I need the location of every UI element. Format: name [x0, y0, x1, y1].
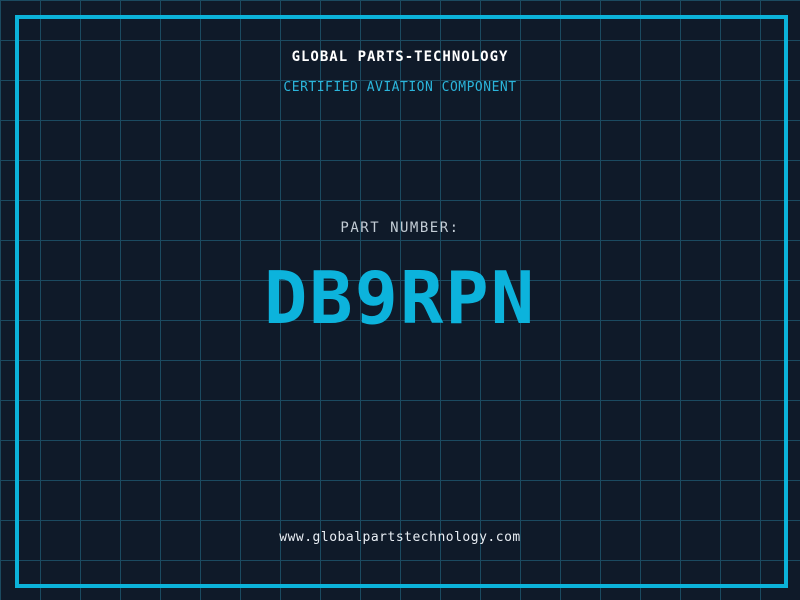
company-title: GLOBAL PARTS-TECHNOLOGY	[291, 49, 509, 65]
certificate-page: GLOBAL PARTS-TECHNOLOGY CERTIFIED AVIATI…	[0, 0, 800, 600]
part-number-value: DB9RPN	[263, 256, 537, 340]
website-url: www.globalpartstechnology.com	[279, 530, 521, 545]
part-number-label: PART NUMBER:	[340, 220, 460, 236]
certification-subtitle: CERTIFIED AVIATION COMPONENT	[283, 80, 517, 95]
